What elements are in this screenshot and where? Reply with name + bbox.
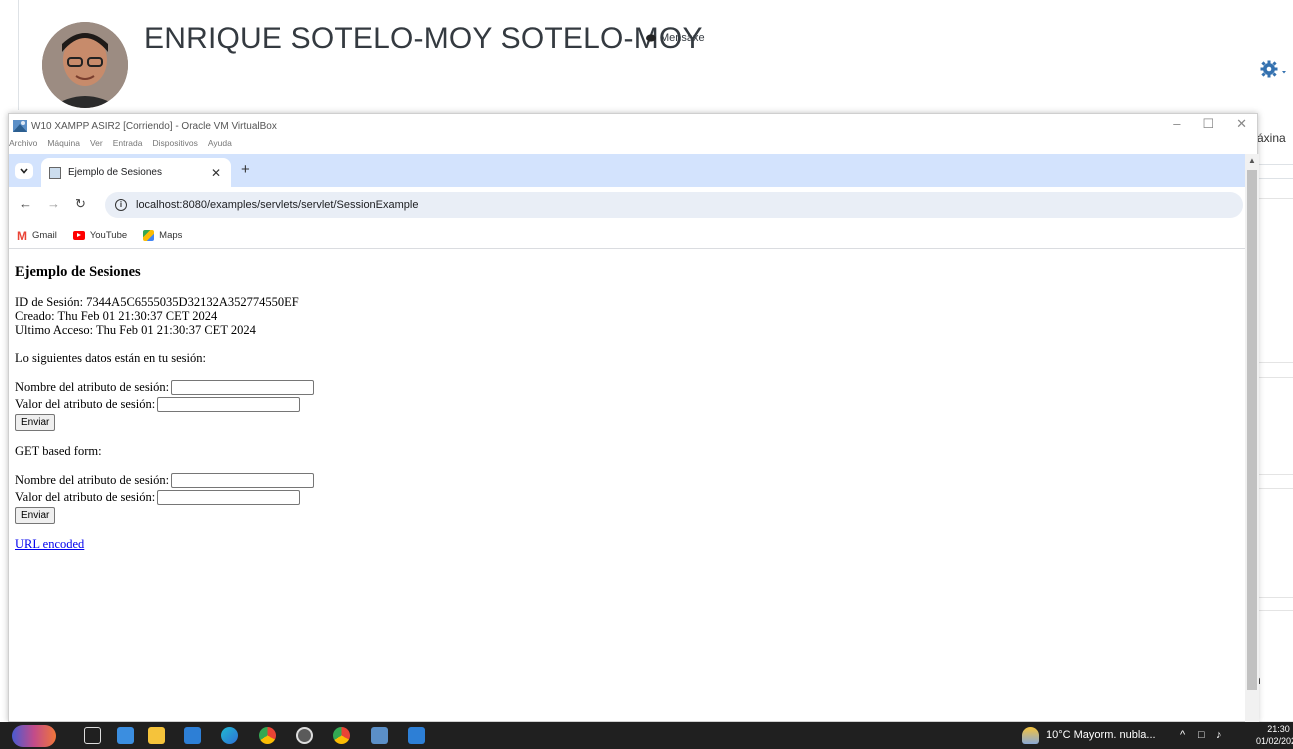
chrome-icon[interactable] xyxy=(259,727,276,744)
tray-chevron-icon[interactable]: ^ xyxy=(1180,729,1185,741)
settings-gear-menu[interactable] xyxy=(1260,60,1290,80)
form1-submit-button[interactable]: Enviar xyxy=(15,413,56,431)
clock-time: 21:30 xyxy=(1267,724,1290,734)
widgets-icon[interactable] xyxy=(12,725,56,747)
form1-name-input[interactable] xyxy=(171,380,315,395)
speech-bubble-icon xyxy=(646,33,656,42)
menu-entrada[interactable]: Entrada xyxy=(113,138,143,154)
tab-close-icon[interactable]: ✕ xyxy=(211,166,221,180)
message-label: Mensaxe xyxy=(660,32,705,44)
weather-icon[interactable] xyxy=(1022,727,1039,744)
address-bar[interactable]: i localhost:8080/examples/servlets/servl… xyxy=(105,192,1243,218)
outer-partial-tab-text[interactable]: áxina xyxy=(1257,131,1286,145)
vpn-icon[interactable] xyxy=(296,727,313,744)
session-last-access: Ultimo Acceso: Thu Feb 01 21:30:37 CET 2… xyxy=(15,323,256,337)
gear-icon xyxy=(1260,60,1286,78)
clock-date: 01/02/2024 xyxy=(1256,736,1293,746)
form2-submit-button[interactable]: Enviar xyxy=(15,506,56,524)
form2-value-row: Valor del atributo de sesión: xyxy=(15,489,1215,506)
form2-value-input[interactable] xyxy=(157,490,301,505)
menu-ayuda[interactable]: Ayuda xyxy=(208,138,232,154)
bookmark-youtube[interactable]: YouTube xyxy=(72,230,128,241)
message-link[interactable]: Mensaxe xyxy=(646,32,705,44)
avatar[interactable] xyxy=(42,22,128,108)
youtube-icon xyxy=(72,231,85,240)
form2-value-label: Valor del atributo de sesión: xyxy=(15,490,156,504)
session-id: ID de Sesión: 7344A5C6555035D32132A35277… xyxy=(15,295,299,309)
page-content: Ejemplo de Sesiones ID de Sesión: 7344A5… xyxy=(15,264,1215,551)
virtualbox-taskbar-icon[interactable] xyxy=(371,727,388,744)
maps-icon xyxy=(143,230,155,241)
virtualbox-window: W10 XAMPP ASIR2 [Corriendo] - Oracle VM … xyxy=(8,113,1259,723)
site-info-icon[interactable]: i xyxy=(115,199,127,211)
notepad-icon[interactable] xyxy=(408,727,425,744)
minimize-button[interactable]: – xyxy=(1173,116,1180,132)
outer-divider xyxy=(1258,164,1293,165)
bookmarks-bar: M Gmail YouTube Maps xyxy=(9,223,1245,249)
tab-search-button[interactable] xyxy=(15,163,33,179)
outer-block xyxy=(1258,198,1293,363)
form2-name-input[interactable] xyxy=(171,473,315,488)
tab-ejemplo-sesiones[interactable]: Ejemplo de Sesiones ✕ xyxy=(41,158,231,187)
close-button[interactable]: ✕ xyxy=(1236,116,1247,132)
bookmark-gmail[interactable]: M Gmail xyxy=(17,229,57,243)
profile-name: ENRIQUE SOTELO-MOY SOTELO-MOY xyxy=(144,22,703,55)
form1-name-label: Nombre del atributo de sesión: xyxy=(15,380,170,394)
menu-ver[interactable]: Ver xyxy=(90,138,103,154)
vbox-menubar: Archivo Máquina Ver Entrada Dispositivos… xyxy=(9,138,232,154)
get-form-label: GET based form: xyxy=(15,444,102,458)
form1-value-input[interactable] xyxy=(157,397,301,412)
session-data-intro: Lo siguientes datos están en tu sesión: xyxy=(15,351,206,365)
vbox-titlebar[interactable]: W10 XAMPP ASIR2 [Corriendo] - Oracle VM … xyxy=(9,114,1257,138)
chrome-toolbar: ← → ↻ i localhost:8080/examples/servlets… xyxy=(9,187,1245,223)
maximize-button[interactable]: ☐ xyxy=(1202,116,1214,132)
bookmark-label: Maps xyxy=(159,230,183,241)
form1-value-row: Valor del atributo de sesión: xyxy=(15,396,1215,413)
outer-block xyxy=(1258,488,1293,598)
store-icon[interactable] xyxy=(117,727,134,744)
chrome-icon-2[interactable] xyxy=(333,727,350,744)
edge-icon[interactable] xyxy=(221,727,238,744)
outer-divider xyxy=(1258,178,1293,179)
clock[interactable]: 21:30 01/02/2024 xyxy=(1256,723,1293,747)
menu-archivo[interactable]: Archivo xyxy=(9,138,37,154)
url-text[interactable]: localhost:8080/examples/servlets/servlet… xyxy=(136,199,418,211)
outer-block xyxy=(1258,377,1293,475)
tomcat-favicon-icon xyxy=(49,166,61,179)
windows-taskbar: 10°C Mayorm. nubla... ^ □ ♪ 21:30 01/02/… xyxy=(0,722,1293,749)
session-created: Creado: Thu Feb 01 21:30:37 CET 2024 xyxy=(15,309,218,323)
page-title: Ejemplo de Sesiones xyxy=(15,264,141,280)
scroll-thumb[interactable] xyxy=(1247,170,1257,690)
form2-name-label: Nombre del atributo de sesión: xyxy=(15,473,170,487)
bookmark-label: Gmail xyxy=(32,230,57,241)
file-explorer-icon[interactable] xyxy=(148,727,165,744)
outer-block xyxy=(1258,610,1293,722)
weather-text[interactable]: 10°C Mayorm. nubla... xyxy=(1046,729,1156,741)
new-tab-button[interactable]: + xyxy=(241,161,250,178)
gmail-icon: M xyxy=(17,228,27,243)
network-icon[interactable]: □ xyxy=(1198,729,1205,741)
form2-name-row: Nombre del atributo de sesión: xyxy=(15,472,1215,489)
virtualbox-icon xyxy=(13,120,27,132)
form1-name-row: Nombre del atributo de sesión: xyxy=(15,379,1215,396)
task-view-icon[interactable] xyxy=(84,727,101,744)
back-arrow-icon[interactable]: ← xyxy=(19,196,32,211)
reload-icon[interactable]: ↻ xyxy=(75,196,86,212)
vbox-title: W10 XAMPP ASIR2 [Corriendo] - Oracle VM … xyxy=(31,120,277,132)
bookmark-label: YouTube xyxy=(89,230,128,241)
chrome-tabstrip: Ejemplo de Sesiones ✕ + xyxy=(9,154,1245,187)
volume-icon[interactable]: ♪ xyxy=(1216,729,1222,741)
outer-page-border xyxy=(18,0,19,110)
mail-icon[interactable] xyxy=(184,727,201,744)
chevron-down-icon xyxy=(20,168,28,174)
menu-maquina[interactable]: Máquina xyxy=(47,138,80,154)
form1-value-label: Valor del atributo de sesión: xyxy=(15,397,156,411)
forward-arrow-icon[interactable]: → xyxy=(47,196,60,211)
menu-dispositivos[interactable]: Dispositivos xyxy=(153,138,198,154)
scroll-up-arrow-icon[interactable]: ▲ xyxy=(1248,156,1256,165)
url-encoded-link[interactable]: URL encoded xyxy=(15,537,84,551)
vertical-scrollbar[interactable]: ▲ xyxy=(1245,154,1259,723)
tab-title: Ejemplo de Sesiones xyxy=(68,167,162,178)
bookmark-maps[interactable]: Maps xyxy=(143,230,182,241)
